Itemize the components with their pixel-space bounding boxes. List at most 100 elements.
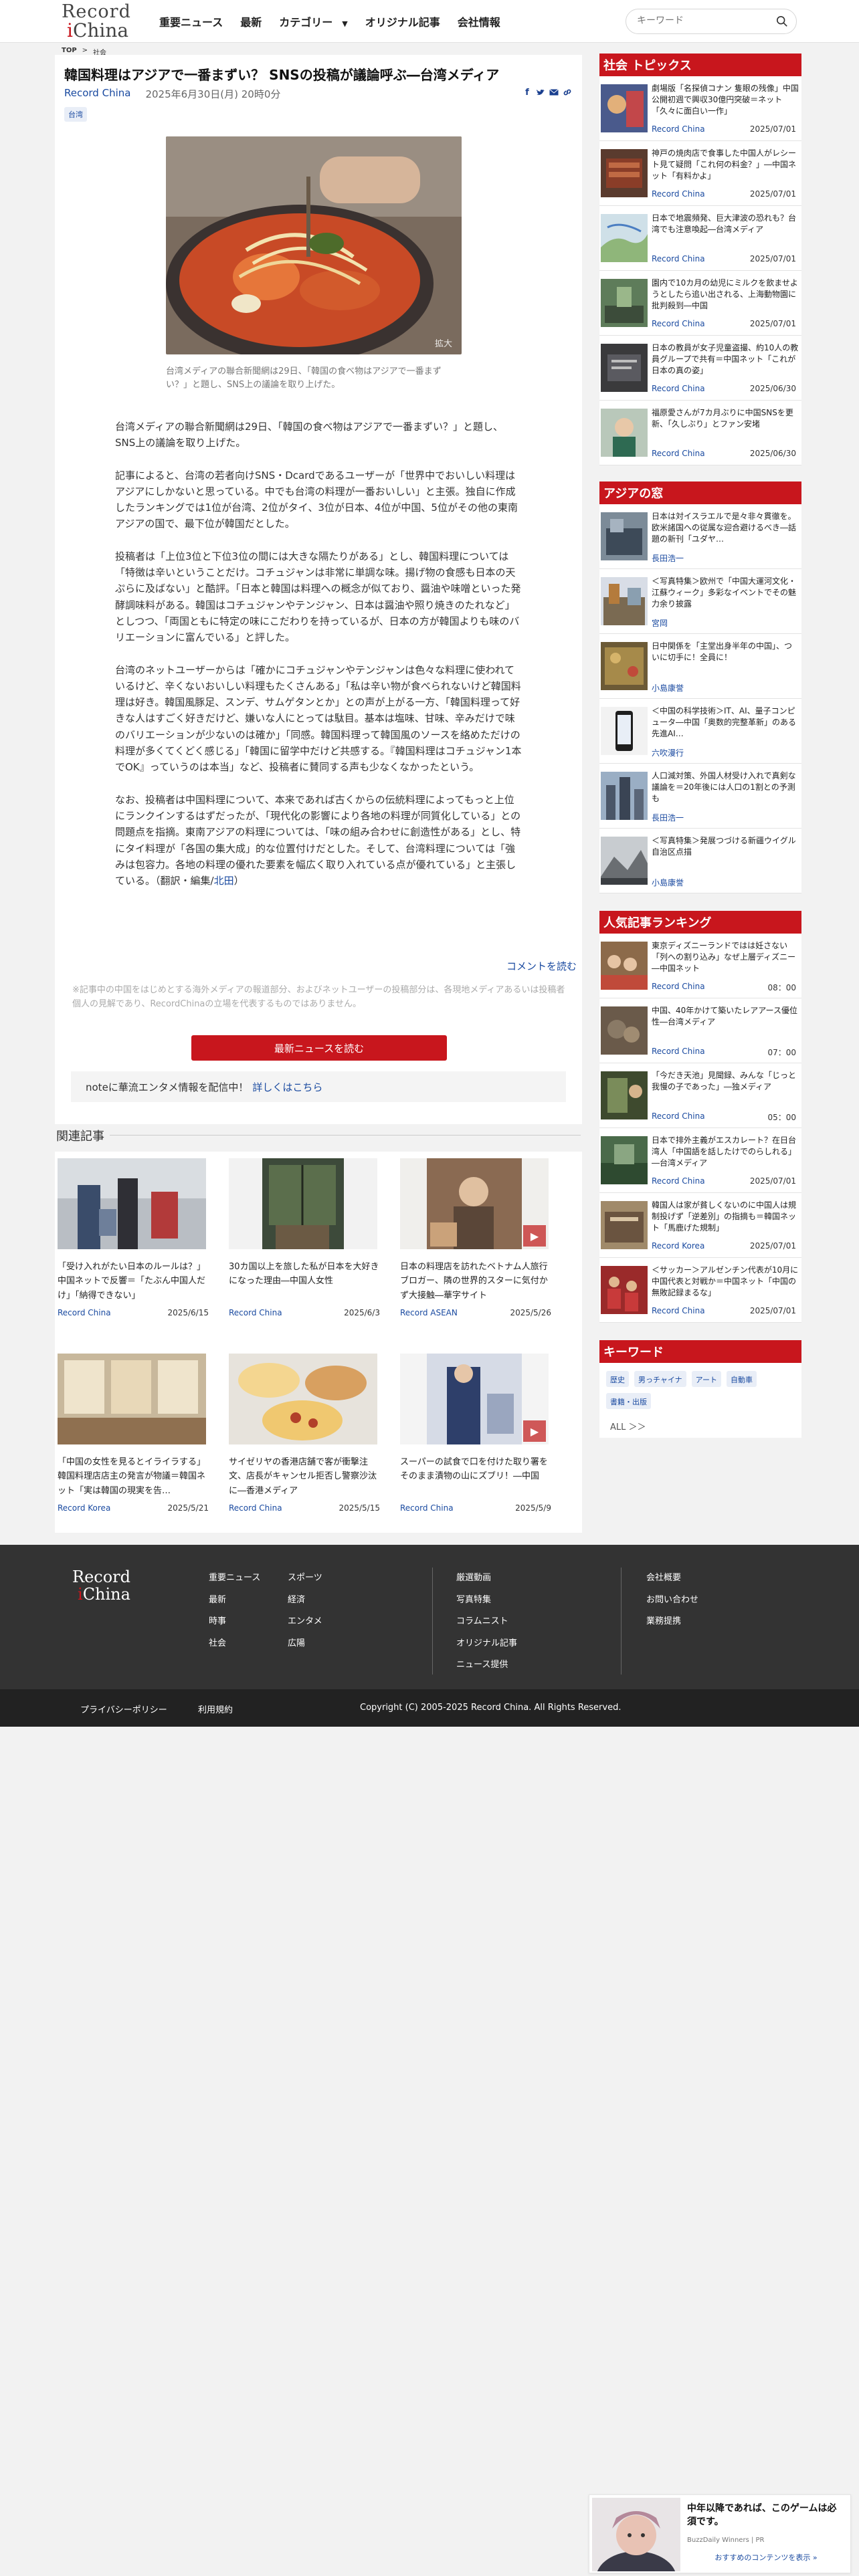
social-topic-item[interactable]: 日本で地震頻発、巨大津波の恐れも？台湾でも注意喚起―台湾メディア Record … xyxy=(599,206,801,271)
ranking-title: 日本で排外主義がエスカレート？在日台湾人「中国語を話したけでのらしれる」―台湾メ… xyxy=(652,1136,797,1168)
related-card[interactable]: 「中国の女性を見るとイライラする」韓国料理店店主の発言が物議＝韓国ネット「実は韓… xyxy=(55,1354,211,1513)
site-logo[interactable]: Record iChina xyxy=(62,3,136,40)
social-topic-date: 2025/07/01 xyxy=(749,254,796,263)
terms-link[interactable]: 利用規約 xyxy=(198,1703,233,1715)
nav-category[interactable]: カテゴリー ▼ xyxy=(279,13,347,29)
photo-zoom-label[interactable]: 拡大 xyxy=(435,336,452,349)
related-title: 日本の料理店を訪れたベトナム人旅行ブロガー、隣の世界的スターに気付かず大接触―華… xyxy=(400,1262,548,1301)
footer-link[interactable]: ニュース提供 xyxy=(456,1654,517,1677)
footer-link[interactable]: コラムニスト xyxy=(456,1611,517,1633)
footer-link[interactable]: スポーツ xyxy=(288,1568,322,1590)
related-date: 2025/5/15 xyxy=(339,1503,380,1513)
asia-item[interactable]: ＜写真特集＞欧州で「中国大運河文化・江蘇ウィーク」多彩なイベントでその魅力余り披… xyxy=(599,569,801,634)
social-topic-item[interactable]: 日本の教員が女子児童盗撮、約10人の教員グループで共有＝中国ネット「これが日本の… xyxy=(599,336,801,401)
ad-title: 中年以降であれば、このゲームは必須です。 xyxy=(687,2503,837,2528)
link-icon[interactable] xyxy=(562,87,573,98)
asia-thumbnail xyxy=(601,512,648,560)
article-source[interactable]: Record China xyxy=(64,87,130,101)
footer-logo-line2: iChina xyxy=(72,1586,130,1602)
asia-item[interactable]: 日中関係を「主堂出身半年の中国」、ついに切手に！全員に！ 小島康誉 xyxy=(599,634,801,699)
search-icon[interactable] xyxy=(776,15,788,27)
privacy-policy-link[interactable]: プライバシーポリシー xyxy=(80,1703,167,1715)
social-topic-item[interactable]: 劇場版「名探偵コナン 隻眼の残像」中国公開初週で興収30億円突破＝ネット「久々に… xyxy=(599,76,801,141)
related-card[interactable]: サイゼリヤの香港店舗で客が衝撃注文、店長がキャンセル拒否し警察沙汰に―香港メディ… xyxy=(226,1354,383,1513)
ranking-item[interactable]: 日本で排外主義がエスカレート？在日台湾人「中国語を話したけでのらしれる」―台湾メ… xyxy=(599,1128,801,1193)
footer-logo-line2-text: China xyxy=(82,1585,130,1604)
footer-link[interactable]: 重要ニュース xyxy=(209,1568,260,1590)
nav-original-articles[interactable]: オリジナル記事 xyxy=(365,13,440,29)
footer-logo[interactable]: Record iChina xyxy=(72,1569,130,1602)
footer-divider xyxy=(621,1568,622,1675)
ranking-item[interactable]: 東京ディズニーランドではは妊さない「列への割り込み」なぜ上層ディズニー―中国ネッ… xyxy=(599,934,801,998)
keyword-tag[interactable]: 自動車 xyxy=(727,1371,757,1387)
article-tag[interactable]: 台湾 xyxy=(64,107,87,122)
ranking-item[interactable]: 「今だき天池」見聞録、みんな「じっと我慢の子であった」―独メディア Record… xyxy=(599,1063,801,1128)
note-details-link[interactable]: 詳しくはこちら xyxy=(252,1080,322,1094)
related-title: サイゼリヤの香港店舗で客が衝撃注文、店長がキャンセル拒否し警察沙汰に―香港メディ… xyxy=(229,1457,377,1496)
footer-col-3: 厳選動画 写真特集 コラムニスト オリジナル記事 ニュース提供 xyxy=(456,1568,517,1677)
ranking-item[interactable]: 韓国人は家が貧しくないのに中国人は規制投げず「逆差別」の指摘も＝韓国ネット「馬鹿… xyxy=(599,1193,801,1258)
disclaimer: ※記事中の中国をはじめとする海外メディアの報道部分、およびネットユーザーの投稿部… xyxy=(72,985,565,1010)
read-comments-link[interactable]: コメントを読む xyxy=(506,959,577,973)
footer-link[interactable]: 会社概要 xyxy=(646,1568,698,1590)
keyword-list: 歴史 男っチャイナ アート 自動車 書籍・出版 ALL ＞＞ xyxy=(599,1363,801,1438)
footer-link[interactable]: 時事 xyxy=(209,1611,260,1633)
related-card[interactable]: 「受け入れがたい日本のルールは？」中国ネットで反響＝「たぶん中国人だけ」「納得で… xyxy=(55,1158,211,1317)
mail-icon[interactable] xyxy=(549,87,559,98)
footer-link[interactable]: 経済 xyxy=(288,1590,322,1612)
asia-item[interactable]: ＜写真特集＞発展つづける新疆ウイグル自治区点描 小島康誉 xyxy=(599,829,801,893)
nav-latest[interactable]: 最新 xyxy=(240,13,262,29)
footer-link[interactable]: エンタメ xyxy=(288,1611,322,1633)
related-card[interactable]: ▶ スーパーの試食で口を付けた取り署をそのまま漬物の山にズブリ！―中国 Reco… xyxy=(397,1354,554,1513)
footer-link[interactable]: 業務提携 xyxy=(646,1611,698,1633)
related-title: 「中国の女性を見るとイライラする」韓国料理店店主の発言が物議＝韓国ネット「実は韓… xyxy=(58,1457,206,1496)
latest-news-button[interactable]: 最新ニュースを読む xyxy=(191,1035,447,1061)
related-source: Record Korea xyxy=(58,1503,111,1513)
facebook-icon[interactable]: f xyxy=(522,87,533,98)
related-card[interactable]: ▶ 日本の料理店を訪れたベトナム人旅行ブロガー、隣の世界的スターに気付かず大接触… xyxy=(397,1158,554,1317)
social-topic-item[interactable]: 福原愛さんが7カ月ぶりに中国SNSを更新、「久しぶり」とファン安堵 Record… xyxy=(599,401,801,465)
editor-link[interactable]: 北田 xyxy=(214,875,234,887)
related-title: 「受け入れがたい日本のルールは？」中国ネットで反響＝「たぶん中国人だけ」「納得で… xyxy=(58,1262,206,1301)
ranking-item[interactable]: ＜サッカー＞アルゼンチン代表が10月に中国代表と対戦か＝中国ネット「中国の無敗記… xyxy=(599,1258,801,1323)
footer-link[interactable]: 広陽 xyxy=(288,1633,322,1655)
ad-cta-button[interactable]: おすすめのコンテンツを表示 » xyxy=(687,2550,845,2565)
asia-item[interactable]: ＜中国の科学技術＞IT、AI、量子コンピュータ―中国「奥数的完整革新」のある先進… xyxy=(599,699,801,764)
related-meta: Record China 2025/5/9 xyxy=(400,1503,551,1513)
related-meta: Record China 2025/6/15 xyxy=(58,1308,209,1317)
keyword-tag[interactable]: 歴史 xyxy=(606,1371,629,1387)
ranking-thumbnail xyxy=(601,1071,648,1119)
ranking-thumbnail xyxy=(601,1201,648,1249)
site-header: Record iChina 重要ニュース 最新 カテゴリー ▼ オリジナル記事 会… xyxy=(0,0,859,43)
keywords-all-link[interactable]: ALL ＞＞ xyxy=(606,1416,795,1432)
article-photo[interactable]: 拡大 xyxy=(166,136,462,354)
footer-link[interactable]: 最新 xyxy=(209,1590,260,1612)
footer-link[interactable]: オリジナル記事 xyxy=(456,1633,517,1655)
social-topic-item[interactable]: 神戸の焼肉店で食事した中国人がレシート見て疑問「これ何の料金？」―中国ネット「有… xyxy=(599,141,801,206)
asia-item[interactable]: 日本は対イスラエルで是々非々貫徹を。欧米諸国への従属な迎合避けるべき―話題の新刊… xyxy=(599,504,801,569)
sidebar-asia: アジアの窓 日本は対イスラエルで是々非々貫徹を。欧米諸国への従属な迎合避けるべき… xyxy=(599,481,801,893)
related-meta: Record ASEAN 2025/5/26 xyxy=(400,1308,551,1317)
ranking-title: ＜サッカー＞アルゼンチン代表が10月に中国代表と対戦か＝中国ネット「中国の無敗記… xyxy=(652,1265,799,1297)
sponsored-ad[interactable]: 中年以降であれば、このゲームは必須です。 BuzzDaily Winners |… xyxy=(589,2494,851,2573)
photo-caption: 台湾メディアの聯合新聞網は29日、「韓国の食べ物はアジアで一番まずい？」と題し、… xyxy=(166,366,442,390)
note-banner: noteに華流エンタメ情報を配信中！ 詳しくはこちら xyxy=(71,1071,566,1102)
keyword-tag[interactable]: 書籍・出版 xyxy=(606,1393,651,1410)
footer-link[interactable]: 厳選動画 xyxy=(456,1568,517,1590)
asia-title: ＜写真特集＞欧州で「中国大運河文化・江蘇ウィーク」多彩なイベントでその魅力余り披… xyxy=(652,576,797,609)
search-input[interactable] xyxy=(637,15,771,26)
asia-item[interactable]: 人口減対策、外国人材受け入れで真剣な議論を＝20年後には人口の1割との予測も 長… xyxy=(599,764,801,829)
social-topic-item[interactable]: 園内で10カ月の幼児にミルクを飲ませようとしたら追い出される、上海動物園に批判殺… xyxy=(599,271,801,336)
related-card[interactable]: 30カ国以上を旅した私が日本を大好きになった理由―中国人女性 Record Ch… xyxy=(226,1158,383,1317)
footer-link[interactable]: お問い合わせ xyxy=(646,1590,698,1612)
ranking-item[interactable]: 中国、40年かけて築いたレアアース優位性―台湾メディア Record China… xyxy=(599,998,801,1063)
twitter-icon[interactable] xyxy=(535,87,546,98)
footer-link[interactable]: 社会 xyxy=(209,1633,260,1655)
ranking-thumbnail xyxy=(601,1136,648,1184)
keyword-tag[interactable]: 男っチャイナ xyxy=(634,1371,686,1387)
nav-company-info[interactable]: 会社情報 xyxy=(458,13,500,29)
footer-link[interactable]: 写真特集 xyxy=(456,1590,517,1612)
keyword-tag[interactable]: アート xyxy=(691,1371,722,1387)
nav-important-news[interactable]: 重要ニュース xyxy=(159,13,223,29)
sidebar-social: 社会 トピックス 劇場版「名探偵コナン 隻眼の残像」中国公開初週で興収30億円突… xyxy=(599,53,801,465)
